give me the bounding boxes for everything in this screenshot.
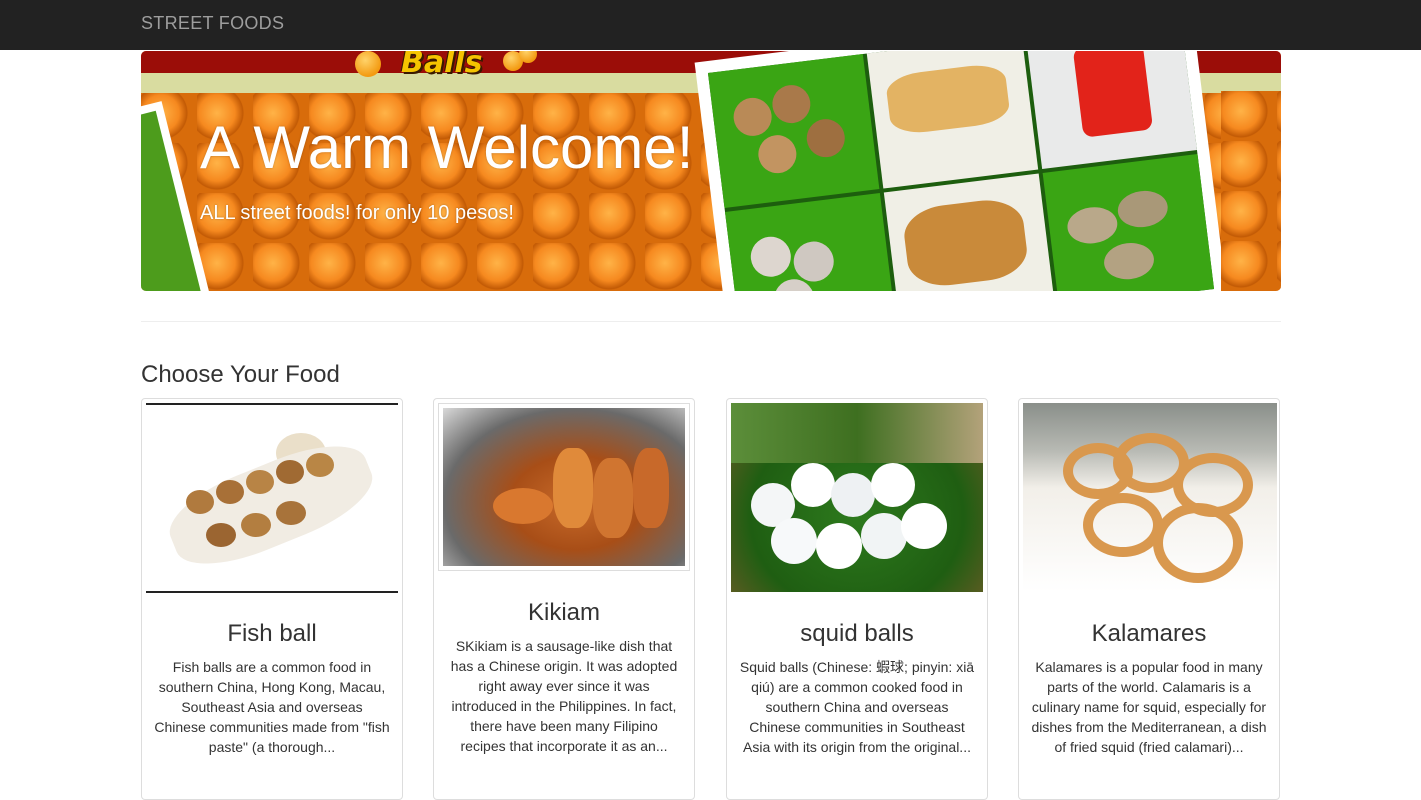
card-title: Kalamares <box>1091 620 1207 647</box>
section-heading: Choose Your Food <box>141 361 340 388</box>
card-title: Fish ball <box>227 620 317 647</box>
squid-balls-thumbnail[interactable] <box>731 403 983 592</box>
collage-tile-fishballs <box>707 54 880 209</box>
collage-tile-white-balls <box>725 192 897 291</box>
brand-link[interactable]: STREET FOODS <box>141 13 284 34</box>
card-description: Kalamares is a popular food in many part… <box>1031 659 1267 755</box>
card-description: Fish balls are a common food in southern… <box>154 659 390 755</box>
card-title: Kikiam <box>527 599 600 626</box>
food-card-kikiam[interactable]: Kikiam SKikiam is a sausage-like dish th… <box>433 398 695 800</box>
collage-tile-flat-balls <box>1042 153 1215 291</box>
hero-title: A Warm Welcome! <box>200 114 694 181</box>
collage-tile-fried <box>866 51 1039 189</box>
kalamares-thumbnail[interactable] <box>1023 403 1277 592</box>
top-navbar: STREET FOODS <box>0 0 1421 50</box>
food-card-fishball[interactable]: Fish ball Fish balls are a common food i… <box>141 398 403 800</box>
right-photo-frame <box>1221 91 1281 291</box>
card-description: Squid balls (Chinese: 蝦球; pinyin: xiā qi… <box>739 659 975 755</box>
balls-logo: Balls <box>401 51 483 80</box>
food-card-squid-balls[interactable]: squid balls Squid balls (Chinese: 蝦球; pi… <box>726 398 988 800</box>
card-title: squid balls <box>800 620 914 647</box>
logo-ball-icon <box>355 51 381 77</box>
food-card-kalamares[interactable]: Kalamares Kalamares is a popular food in… <box>1018 398 1280 800</box>
hero-subtitle: ALL street foods! for only 10 pesos! <box>200 202 514 224</box>
card-description: SKikiam is a sausage-like dish that has … <box>450 638 678 754</box>
kikiam-thumbnail <box>443 408 685 566</box>
fishball-thumbnail[interactable] <box>146 403 398 593</box>
kikiam-thumbnail-frame[interactable] <box>438 403 690 571</box>
section-divider <box>141 321 1281 322</box>
collage-tile-sauce-cup <box>1025 51 1197 170</box>
hero-banner: Balls A Warm Welcome! ALL street foods! … <box>141 51 1281 291</box>
collage-tile-crispy <box>883 173 1056 291</box>
food-collage-image <box>694 51 1228 291</box>
